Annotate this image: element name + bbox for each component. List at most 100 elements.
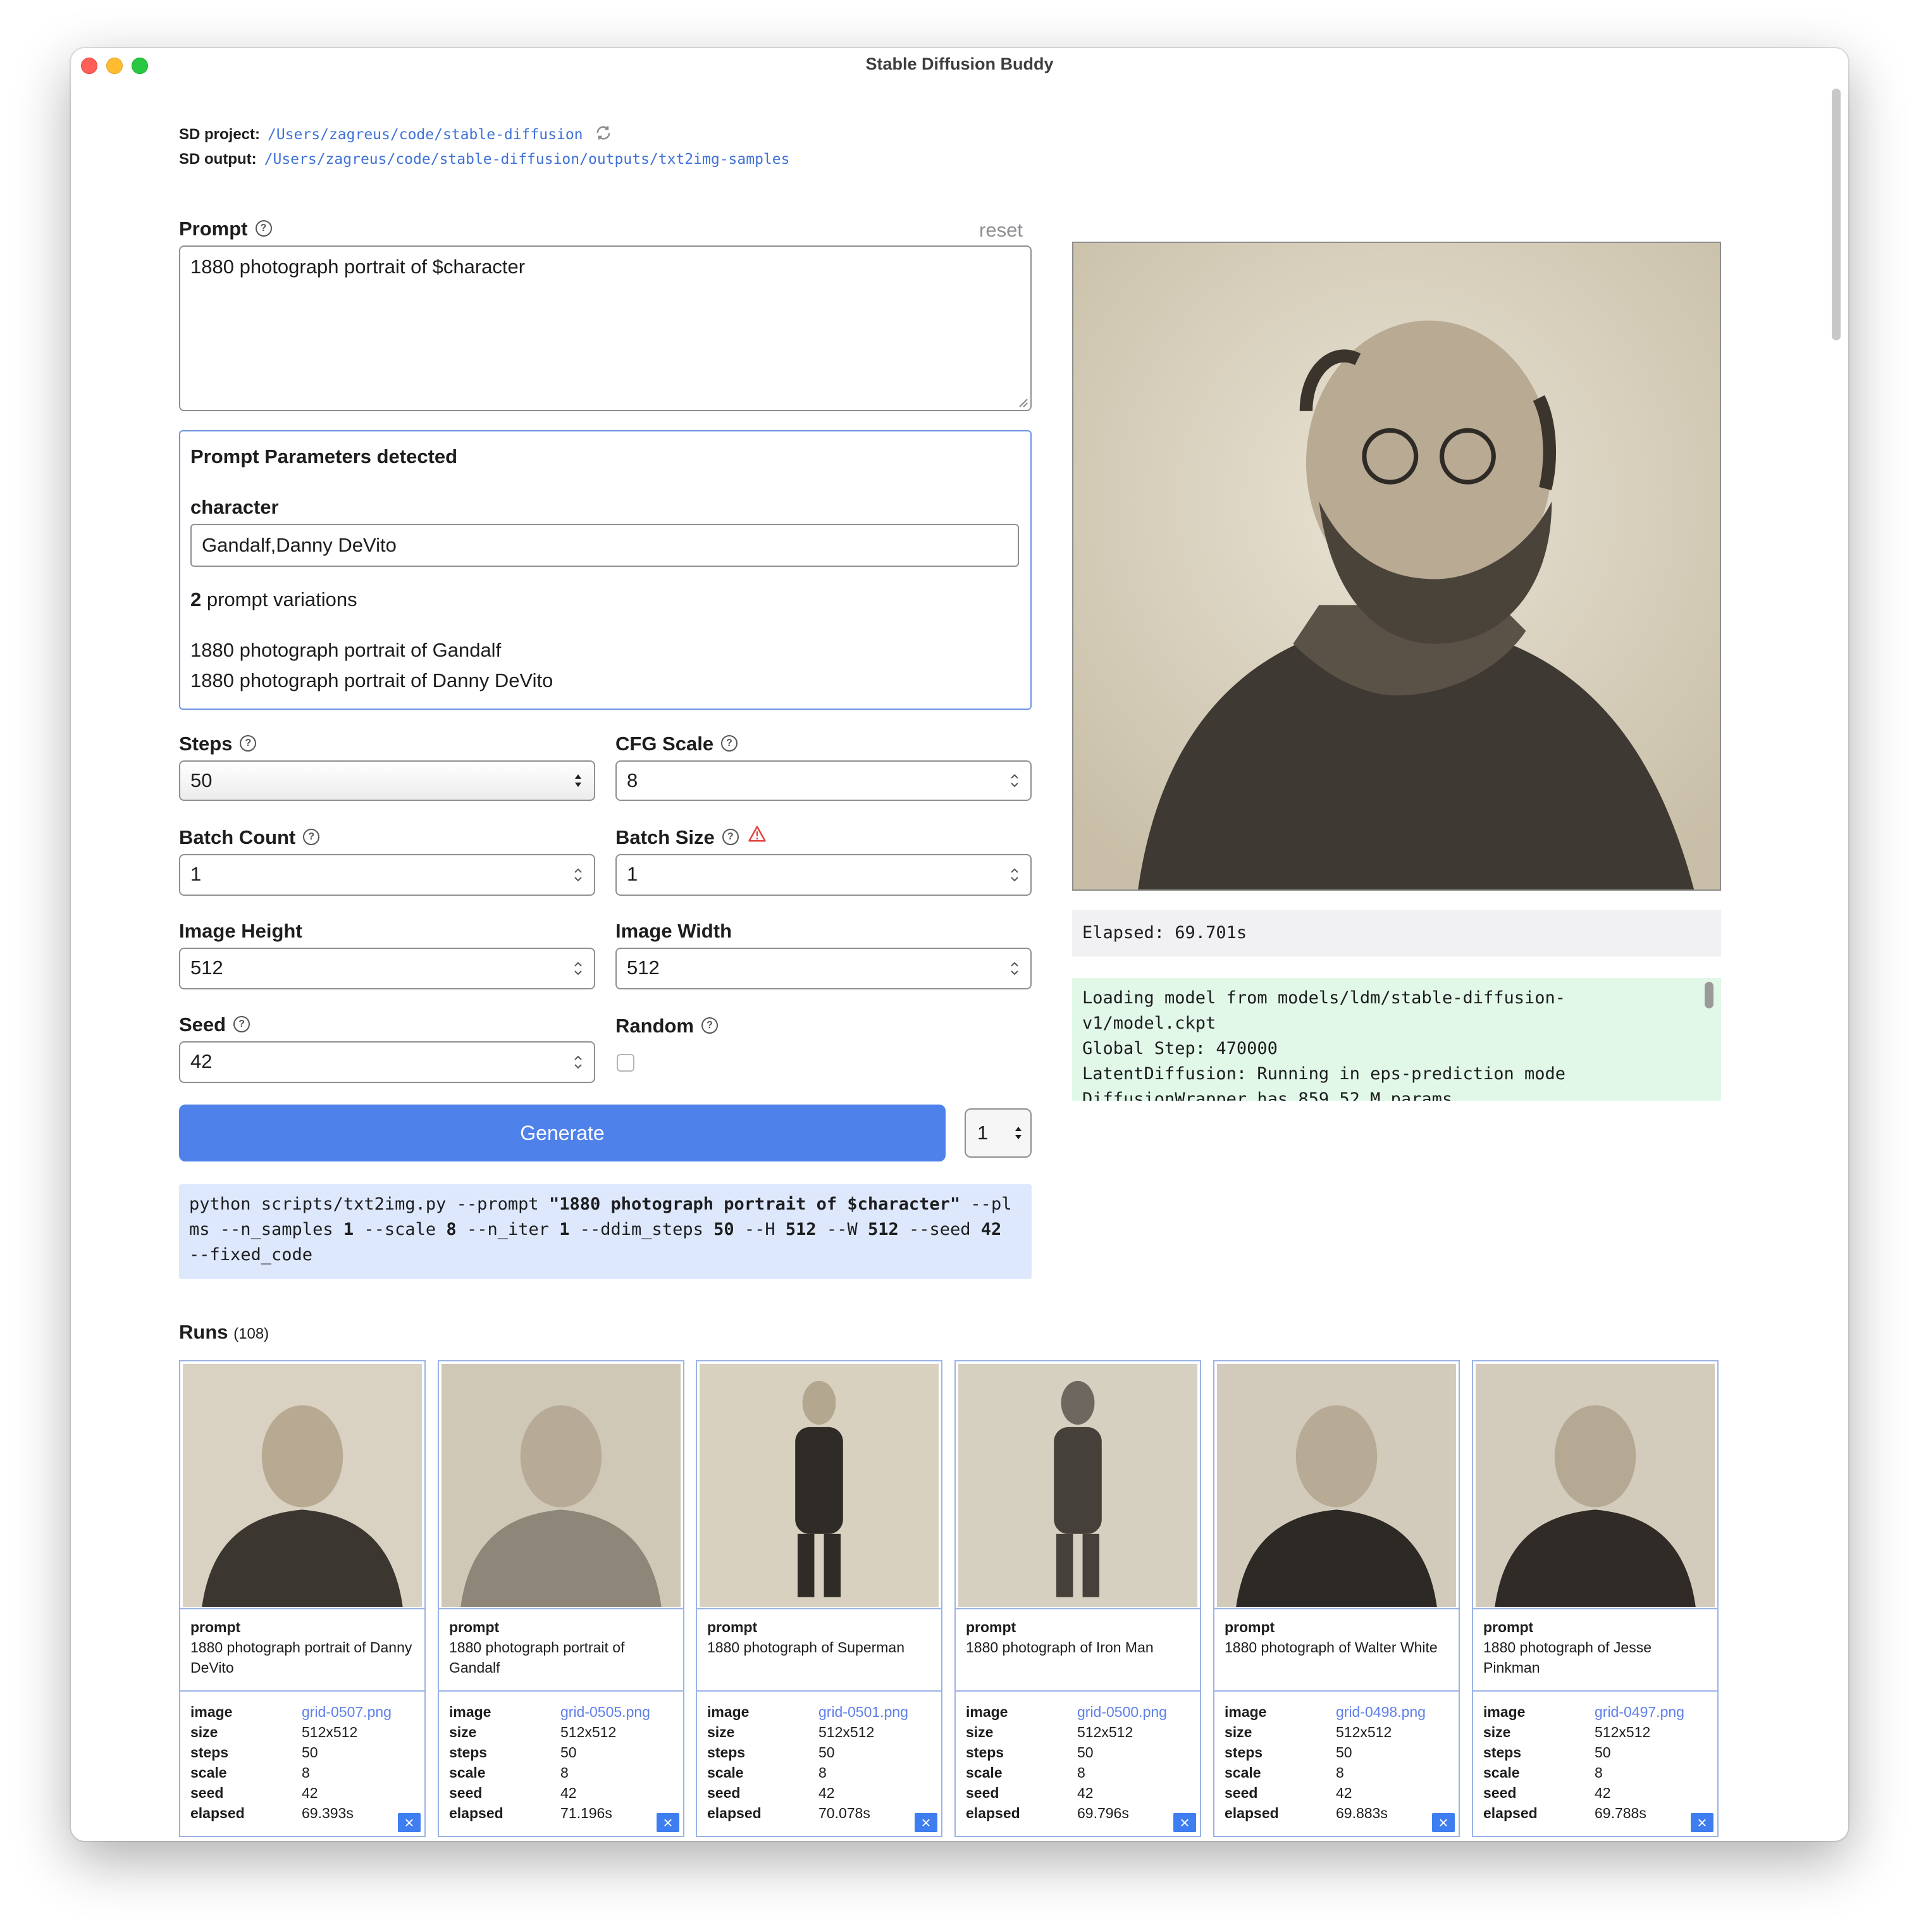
run-prompt: prompt 1880 photograph of Superman: [697, 1608, 941, 1692]
stepper-icon[interactable]: [1009, 771, 1020, 791]
run-meta-value: 42: [560, 1785, 577, 1801]
run-meta-row: steps 50: [707, 1742, 929, 1762]
prompt-textarea[interactable]: 1880 photograph portrait of $character: [179, 245, 1032, 411]
generate-button[interactable]: Generate: [179, 1105, 946, 1161]
cfg-scale-input[interactable]: 8: [615, 760, 1032, 801]
log-scrollbar[interactable]: [1705, 982, 1713, 1008]
run-image-link[interactable]: grid-0505.png: [560, 1704, 650, 1720]
delete-run-button[interactable]: ×: [657, 1813, 679, 1832]
batch-size-input[interactable]: 1: [615, 854, 1032, 896]
run-image-link[interactable]: grid-0501.png: [818, 1704, 908, 1720]
help-icon[interactable]: ?: [255, 220, 272, 237]
run-meta-key: image: [449, 1704, 491, 1720]
run-meta-row: elapsed 69.788s: [1483, 1803, 1705, 1823]
run-card[interactable]: prompt 1880 photograph portrait of Danny …: [179, 1360, 426, 1837]
stepper-icon[interactable]: [572, 1052, 584, 1072]
delete-run-button[interactable]: ×: [398, 1813, 421, 1832]
run-meta-value[interactable]: grid-0498.png: [1336, 1702, 1426, 1722]
delete-run-button[interactable]: ×: [1173, 1813, 1196, 1832]
reset-button[interactable]: reset: [979, 219, 1023, 242]
run-meta-row: image grid-0501.png: [707, 1702, 929, 1722]
run-meta-row: size 512x512: [966, 1722, 1187, 1742]
run-meta-key: elapsed: [966, 1805, 1020, 1821]
batch-count-input[interactable]: 1: [179, 854, 595, 896]
run-card[interactable]: prompt 1880 photograph of Jesse Pinkman im…: [1472, 1360, 1719, 1837]
run-meta-value[interactable]: grid-0497.png: [1595, 1702, 1684, 1722]
run-card[interactable]: prompt 1880 photograph of Iron Man image gr…: [954, 1360, 1201, 1837]
delete-run-button[interactable]: ×: [1691, 1813, 1713, 1832]
help-icon[interactable]: ?: [303, 828, 320, 845]
run-meta-row: steps 50: [449, 1742, 670, 1762]
run-meta-key: scale: [1225, 1764, 1261, 1781]
run-image-link[interactable]: grid-0498.png: [1336, 1704, 1426, 1720]
project-path-link[interactable]: /Users/zagreus/code/stable-diffusion: [268, 127, 583, 143]
run-meta-row: size 512x512: [1483, 1722, 1705, 1742]
delete-run-button[interactable]: ×: [915, 1813, 937, 1832]
stepper-icon[interactable]: [572, 958, 584, 979]
help-icon[interactable]: ?: [722, 828, 739, 845]
run-meta-row: scale 8: [1225, 1762, 1446, 1783]
run-meta-value[interactable]: grid-0501.png: [818, 1702, 908, 1722]
run-thumbnail[interactable]: [1476, 1364, 1715, 1607]
run-image-link[interactable]: grid-0507.png: [302, 1704, 392, 1720]
generate-count-select[interactable]: 1: [965, 1108, 1032, 1158]
run-meta-row: size 512x512: [707, 1722, 929, 1742]
run-meta-value[interactable]: grid-0507.png: [302, 1702, 392, 1722]
stepper-icon[interactable]: [1009, 958, 1020, 979]
delete-run-button[interactable]: ×: [1432, 1813, 1455, 1832]
run-meta-row: seed 42: [707, 1783, 929, 1803]
run-image-link[interactable]: grid-0500.png: [1077, 1704, 1167, 1720]
refresh-icon[interactable]: [595, 124, 612, 146]
run-prompt-key: prompt: [966, 1619, 1016, 1635]
run-meta-value[interactable]: grid-0500.png: [1077, 1702, 1167, 1722]
prompt-label-row: Prompt?: [179, 218, 272, 240]
seed-input[interactable]: 42: [179, 1041, 595, 1083]
run-thumbnail[interactable]: [183, 1364, 422, 1607]
run-image-link[interactable]: grid-0497.png: [1595, 1704, 1684, 1720]
stepper-icon[interactable]: [572, 865, 584, 885]
run-meta-value[interactable]: grid-0505.png: [560, 1702, 650, 1722]
run-meta-key: seed: [707, 1785, 741, 1801]
run-meta-value: 8: [302, 1764, 310, 1781]
image-width-input[interactable]: 512: [615, 948, 1032, 989]
steps-value: 50: [190, 769, 213, 791]
run-meta-key: elapsed: [1483, 1805, 1538, 1821]
page-scrollbar[interactable]: [1832, 89, 1841, 340]
run-meta-row: steps 50: [1225, 1742, 1446, 1762]
log-line: DiffusionWrapper has 859.52 M params.: [1082, 1089, 1463, 1101]
run-thumbnail[interactable]: [700, 1364, 939, 1607]
parameter-value-input[interactable]: Gandalf,Danny DeVito: [190, 524, 1019, 567]
run-thumbnail[interactable]: [1217, 1364, 1456, 1607]
prompt-label: Prompt: [179, 218, 248, 240]
steps-select[interactable]: 50: [179, 760, 595, 801]
run-thumbnail[interactable]: [441, 1364, 681, 1607]
run-meta-value: 69.393s: [302, 1805, 354, 1821]
run-meta-row: seed 42: [190, 1783, 412, 1803]
help-icon[interactable]: ?: [721, 734, 738, 752]
help-icon[interactable]: ?: [701, 1017, 718, 1034]
random-checkbox[interactable]: [617, 1054, 634, 1072]
help-icon[interactable]: ?: [240, 734, 257, 752]
run-thumbnail[interactable]: [958, 1364, 1197, 1607]
run-meta-row: scale 8: [966, 1762, 1187, 1783]
generated-image-preview[interactable]: [1072, 242, 1721, 891]
run-meta-value: 42: [818, 1785, 835, 1801]
run-meta-key: steps: [190, 1744, 229, 1761]
warning-icon[interactable]: [748, 825, 767, 848]
image-height-input[interactable]: 512: [179, 948, 595, 989]
run-card[interactable]: prompt 1880 photograph of Superman image gr…: [696, 1360, 942, 1837]
stepper-icon[interactable]: [1009, 865, 1020, 885]
run-meta-key: image: [1483, 1704, 1526, 1720]
run-card[interactable]: prompt 1880 photograph of Walter White ima…: [1213, 1360, 1460, 1837]
help-icon[interactable]: ?: [233, 1015, 250, 1032]
log-output[interactable]: Loading model from models/ldm/stable-dif…: [1072, 978, 1721, 1101]
run-meta-key: seed: [449, 1785, 483, 1801]
variations-summary: 2 prompt variations: [190, 588, 357, 611]
run-meta: image grid-0507.png size 512x512 steps 50 scal…: [190, 1702, 412, 1823]
resize-grip-icon[interactable]: [1018, 397, 1028, 407]
run-meta-row: size 512x512: [190, 1722, 412, 1742]
run-card[interactable]: prompt 1880 photograph portrait of Gandal…: [438, 1360, 684, 1837]
run-image: [958, 1364, 1197, 1607]
log-line: Loading model from models/ldm/stable-dif…: [1082, 988, 1566, 1008]
output-path-link[interactable]: /Users/zagreus/code/stable-diffusion/out…: [264, 151, 790, 168]
